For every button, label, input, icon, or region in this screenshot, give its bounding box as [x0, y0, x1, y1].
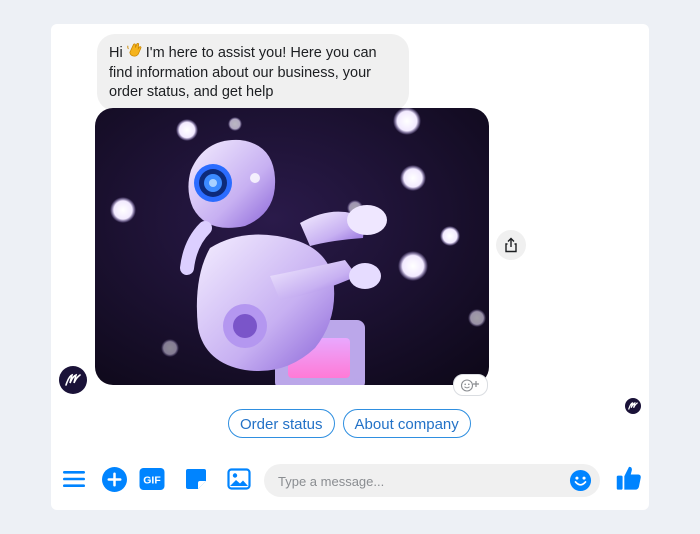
messenger-chat-window: Hi I'm here to assist you! Here you can …	[51, 24, 649, 510]
gif-label: GIF	[143, 475, 161, 487]
like-button[interactable]	[614, 463, 644, 493]
thumbs-up-icon	[616, 466, 641, 490]
message-text-1: I'm here to assist you! Here you can	[145, 45, 377, 61]
message-text-2: find information about our business, you…	[109, 64, 371, 81]
message-input[interactable]	[276, 464, 560, 499]
image-icon	[227, 468, 251, 490]
image-button[interactable]	[226, 466, 252, 492]
plus-circle-icon	[101, 466, 127, 492]
sticker-button[interactable]	[183, 466, 209, 492]
brand-logo-icon	[65, 373, 81, 386]
share-icon	[505, 237, 517, 253]
greeting-text: Hi	[109, 45, 123, 61]
share-button[interactable]	[496, 230, 526, 260]
add-reaction-button[interactable]	[453, 374, 488, 396]
hamburger-menu-icon	[63, 471, 85, 487]
add-more-button[interactable]	[101, 466, 127, 492]
quick-reply-about-company[interactable]: About company	[342, 409, 471, 438]
gif-button[interactable]: GIF	[139, 466, 165, 492]
bot-avatar	[59, 366, 87, 394]
quick-replies: Order status About company	[228, 409, 471, 438]
menu-button[interactable]	[61, 466, 87, 492]
message-composer: GIF	[51, 460, 649, 500]
robot-photo-attachment[interactable]	[95, 108, 489, 385]
message-text-3: order status, and get help	[109, 84, 274, 100]
emoji-button[interactable]	[569, 469, 592, 492]
gif-icon: GIF	[139, 468, 165, 490]
waving-hand-emoji	[127, 42, 142, 63]
sticker-icon	[186, 469, 206, 489]
bot-message-bubble: Hi I'm here to assist you! Here you can …	[97, 34, 409, 111]
message-input-wrapper	[264, 464, 600, 499]
smiley-icon	[569, 469, 592, 492]
quick-reply-order-status[interactable]: Order status	[228, 409, 335, 438]
add-reaction-icon	[460, 379, 479, 392]
brand-logo-icon	[628, 402, 638, 410]
read-receipt-avatar	[625, 398, 641, 414]
